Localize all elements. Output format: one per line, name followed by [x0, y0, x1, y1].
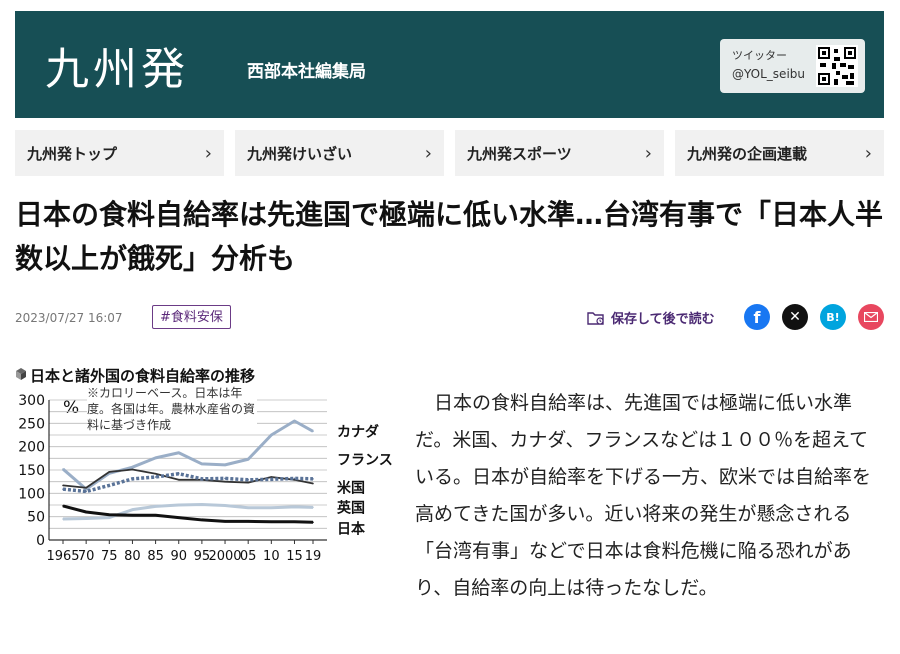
mail-icon [864, 312, 878, 322]
facebook-icon: f [753, 307, 761, 327]
chevron-right-icon: › [204, 142, 212, 164]
x-share-button[interactable]: ✕ [782, 304, 808, 330]
chevron-right-icon: › [424, 142, 432, 164]
x-icon: ✕ [789, 309, 801, 325]
chevron-right-icon: › [644, 142, 652, 164]
nav-item-sports[interactable]: 九州発スポーツ › [455, 130, 664, 176]
topic-tag[interactable]: #食料安保 [152, 305, 231, 329]
site-banner: 九州発 西部本社編集局 ツイッター @YOL_seibu [15, 11, 884, 118]
site-subtitle: 西部本社編集局 [247, 62, 366, 82]
nav-item-label: 九州発けいざい [247, 144, 353, 163]
article-date: 2023/07/27 16:07 [15, 311, 123, 325]
twitter-handle[interactable]: @YOL_seibu [732, 67, 805, 81]
mail-share-button[interactable] [858, 304, 884, 330]
section-nav: 九州発トップ › 九州発けいざい › 九州発スポーツ › 九州発の企画連載 › [15, 130, 884, 176]
chart-title-group: 日本と諸外国の食料自給率の推移 [16, 367, 255, 385]
chart-title: 日本と諸外国の食料自給率の推移 [30, 367, 255, 385]
chart-float-spacer [15, 385, 415, 588]
facebook-share-button[interactable]: f [744, 304, 770, 330]
hatena-share-button[interactable]: B! [820, 304, 846, 330]
twitter-label: ツイッター [732, 49, 787, 62]
chart-title-icon [16, 368, 26, 380]
twitter-box[interactable]: ツイッター @YOL_seibu [720, 39, 865, 93]
article-headline: 日本の食料自給率は先進国で極端に低い水準…台湾有事で「日本人半数以上が餓死」分析… [15, 198, 884, 275]
nav-item-label: 九州発トップ [27, 144, 118, 163]
save-later-button[interactable]: 保存して後で読む [587, 308, 715, 327]
folder-icon [587, 311, 604, 325]
nav-item-economy[interactable]: 九州発けいざい › [235, 130, 444, 176]
save-later-label: 保存して後で読む [611, 312, 715, 327]
nav-item-label: 九州発スポーツ [467, 144, 572, 163]
site-title[interactable]: 九州発 [45, 33, 189, 97]
nav-item-label: 九州発の企画連載 [687, 144, 808, 163]
chevron-right-icon: › [864, 142, 872, 164]
nav-item-top[interactable]: 九州発トップ › [15, 130, 224, 176]
article-meta: 2023/07/27 16:07 #食料安保 保存して後で読む f ✕ B! [15, 304, 885, 334]
qr-code-icon [816, 45, 858, 87]
hatena-icon: B! [826, 310, 840, 324]
nav-item-series[interactable]: 九州発の企画連載 › [675, 130, 884, 176]
article-body-block: 日本の食料自給率は、先進国では極端に低い水準だ。米国、カナダ、フランスなどは１０… [15, 385, 885, 607]
